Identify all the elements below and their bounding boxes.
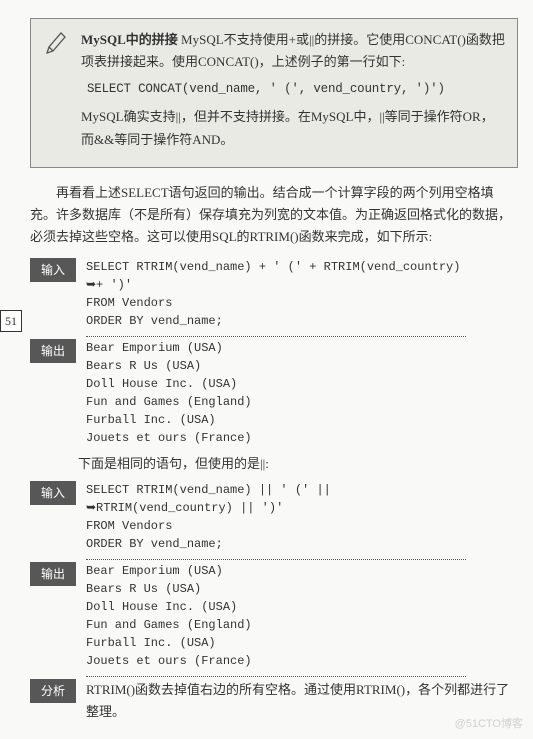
body-paragraph: 再看看上述SELECT语句返回的输出。结合成一个计算字段的两个列用空格填充。许多… — [30, 182, 518, 248]
input-block-1: 输入 SELECT RTRIM(vend_name) + ' (' + RTRI… — [30, 258, 518, 330]
input-label: 输入 — [30, 258, 76, 282]
output-label: 输出 — [30, 562, 76, 586]
dotted-divider — [86, 336, 466, 337]
analysis-text: RTRIM()函数去掉值右边的所有空格。通过使用RTRIM()，各个列都进行了整… — [86, 679, 518, 723]
page-number: 51 — [0, 310, 22, 332]
pencil-icon — [43, 29, 67, 57]
analysis-label: 分析 — [30, 679, 76, 703]
dotted-divider — [86, 676, 466, 677]
input-block-2: 输入 SELECT RTRIM(vend_name) || ' (' || ➥R… — [30, 481, 518, 553]
output-label: 输出 — [30, 339, 76, 363]
output-block-2: 输出 Bear Emporium (USA) Bears R Us (USA) … — [30, 562, 518, 670]
output-text-1: Bear Emporium (USA) Bears R Us (USA) Dol… — [86, 339, 518, 447]
note-para2: MySQL确实支持||，但并不支持拼接。在MySQL中，||等同于操作符OR，而… — [81, 106, 505, 150]
input-label: 输入 — [30, 481, 76, 505]
note-code: SELECT CONCAT(vend_name, ' (', vend_coun… — [87, 79, 505, 100]
output-block-1: 输出 Bear Emporium (USA) Bears R Us (USA) … — [30, 339, 518, 447]
analysis-block: 分析 RTRIM()函数去掉值右边的所有空格。通过使用RTRIM()，各个列都进… — [30, 679, 518, 723]
note-para1: MySQL中的拼接 MySQL不支持使用+或||的拼接。它使用CONCAT()函… — [81, 29, 505, 73]
output-text-2: Bear Emporium (USA) Bears R Us (USA) Dol… — [86, 562, 518, 670]
watermark: @51CTO博客 — [455, 715, 523, 734]
note-box: MySQL中的拼接 MySQL不支持使用+或||的拼接。它使用CONCAT()函… — [30, 18, 518, 168]
sql-code-1: SELECT RTRIM(vend_name) + ' (' + RTRIM(v… — [86, 258, 518, 330]
dotted-divider — [86, 559, 466, 560]
sql-code-2: SELECT RTRIM(vend_name) || ' (' || ➥RTRI… — [86, 481, 518, 553]
mid-text: 下面是相同的语句，但使用的是||: — [78, 453, 518, 475]
